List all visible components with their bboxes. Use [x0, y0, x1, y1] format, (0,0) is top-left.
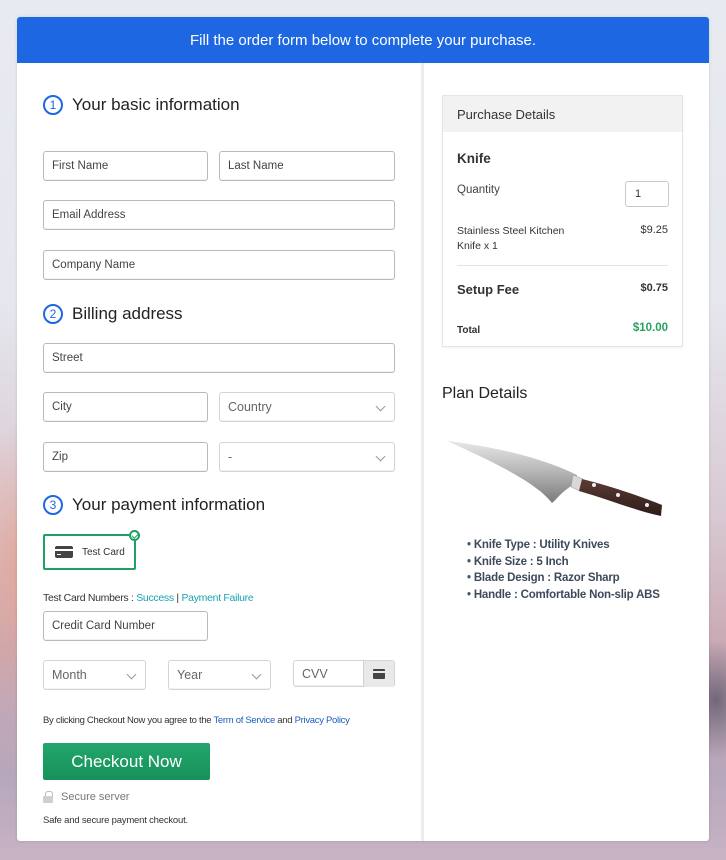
knife-product-image [447, 441, 662, 516]
card-number-input[interactable]: Credit Card Number [43, 611, 208, 641]
credit-card-icon [373, 669, 385, 679]
chevron-down-icon [375, 451, 386, 462]
line-item-description: Stainless Steel Kitchen Knife x 1 [457, 225, 565, 252]
state-select[interactable]: - [219, 442, 395, 472]
feature-item: Knife Size : 5 Inch [467, 554, 660, 571]
first-name-placeholder: First Name [52, 160, 109, 172]
test-card-label: Test Card Numbers : [43, 592, 137, 604]
purchase-details-heading: Purchase Details [443, 96, 682, 132]
check-circle-icon [129, 530, 140, 541]
city-placeholder: City [52, 401, 72, 413]
step-number-2: 2 [43, 304, 63, 324]
chevron-down-icon [375, 401, 386, 412]
cvv-input[interactable]: CVV [293, 660, 395, 687]
card-number-placeholder: Credit Card Number [52, 620, 155, 632]
plan-details-heading: Plan Details [442, 385, 528, 402]
purchase-details-box: Purchase Details Knife Quantity 1 Stainl… [442, 95, 683, 347]
quantity-label: Quantity [457, 184, 500, 196]
year-selected: Year [177, 668, 203, 682]
section-basic-info-title: 1 Your basic information [43, 93, 240, 117]
test-card-numbers: Test Card Numbers : Success | Payment Fa… [43, 592, 254, 604]
feature-item: Handle : Comfortable Non-slip ABS [467, 587, 660, 604]
company-input[interactable]: Company Name [43, 250, 395, 280]
country-select[interactable]: Country [219, 392, 395, 422]
first-name-input[interactable]: First Name [43, 151, 208, 181]
secure-server: Secure server [43, 791, 129, 803]
section-title-text: Billing address [72, 304, 183, 323]
line-item-price: $9.25 [640, 224, 668, 236]
order-form-card: Fill the order form below to complete yo… [17, 17, 709, 841]
month-select[interactable]: Month [43, 660, 146, 690]
month-selected: Month [52, 668, 87, 682]
product-name: Knife [457, 151, 491, 166]
company-placeholder: Company Name [52, 259, 136, 271]
credit-card-icon [55, 546, 73, 558]
street-input[interactable]: Street [43, 343, 395, 373]
payment-failure-link[interactable]: Payment Failure [181, 592, 253, 604]
agreement-and: and [274, 715, 295, 726]
total-price: $10.00 [632, 322, 668, 334]
setup-fee-label: Setup Fee [457, 282, 520, 297]
setup-fee-price: $0.75 [640, 282, 668, 294]
zip-placeholder: Zip [52, 451, 68, 463]
banner-text: Fill the order form below to complete yo… [190, 31, 536, 49]
section-billing-title: 2 Billing address [43, 302, 183, 326]
state-selected: - [228, 450, 233, 464]
street-placeholder: Street [52, 352, 83, 364]
total-label: Total [457, 325, 481, 336]
cvv-help-button[interactable] [363, 661, 394, 687]
payment-method-label: Test Card [82, 546, 125, 558]
year-select[interactable]: Year [168, 660, 271, 690]
chevron-down-icon [251, 669, 262, 680]
feature-item: Blade Design : Razor Sharp [467, 570, 660, 587]
secure-note: Safe and secure payment checkout. [43, 815, 188, 826]
lock-icon [43, 791, 53, 803]
feature-item: Knife Type : Utility Knives [467, 537, 660, 554]
quantity-input[interactable]: 1 [625, 181, 669, 207]
terms-agreement: By clicking Checkout Now you agree to th… [43, 715, 350, 726]
privacy-policy-link[interactable]: Privacy Policy [295, 715, 350, 726]
email-placeholder: Email Address [52, 209, 126, 221]
cvv-placeholder: CVV [302, 666, 328, 681]
last-name-input[interactable]: Last Name [219, 151, 395, 181]
city-input[interactable]: City [43, 392, 208, 422]
terms-of-service-link[interactable]: Term of Service [213, 715, 275, 726]
section-payment-title: 3 Your payment information [43, 493, 265, 517]
country-selected: Country [228, 400, 272, 414]
payment-method-test-card[interactable]: Test Card [43, 530, 140, 570]
agreement-prefix: By clicking Checkout Now you agree to th… [43, 715, 214, 726]
header-banner: Fill the order form below to complete yo… [17, 17, 709, 63]
plan-features-list: Knife Type : Utility Knives Knife Size :… [467, 537, 660, 603]
section-title-text: Your basic information [72, 95, 240, 114]
checkout-now-button[interactable]: Checkout Now [43, 743, 210, 780]
last-name-placeholder: Last Name [228, 160, 284, 172]
step-number-3: 3 [43, 495, 63, 515]
success-link[interactable]: Success [136, 592, 174, 604]
chevron-down-icon [126, 669, 137, 680]
zip-input[interactable]: Zip [43, 442, 208, 472]
step-number-1: 1 [43, 95, 63, 115]
summary-divider [457, 265, 668, 266]
secure-server-label: Secure server [61, 791, 130, 803]
column-divider [421, 63, 424, 841]
section-title-text: Your payment information [72, 495, 266, 514]
email-input[interactable]: Email Address [43, 200, 395, 230]
